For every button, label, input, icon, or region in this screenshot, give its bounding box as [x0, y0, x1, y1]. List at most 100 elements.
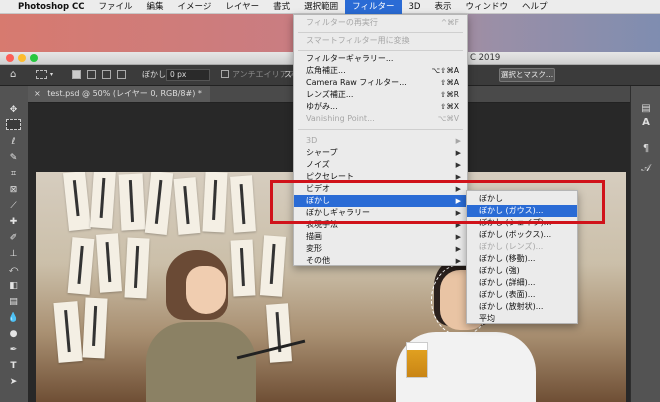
- menu-paper-decoration: [230, 239, 256, 297]
- menu-item-rerun-filter: フィルターの再実行 ^⌘F: [306, 18, 459, 27]
- right-panel-dock: ▤ A ¶ 𝒜: [630, 86, 660, 402]
- menu-help[interactable]: ヘルプ: [515, 0, 555, 14]
- submenu-arrow-icon: ▶: [455, 161, 461, 169]
- chevron-down-icon[interactable]: ▾: [50, 68, 53, 82]
- submenu-arrow-icon: ▶: [455, 233, 461, 241]
- menu-paper-decoration: [118, 173, 146, 231]
- menu-paper-decoration: [173, 177, 201, 235]
- menu-item-convert-smart-filter: スマートフィルター用に変換: [306, 36, 410, 45]
- submenu-item-blur-more[interactable]: ぼかし (強): [467, 265, 577, 277]
- close-window-button[interactable]: [6, 54, 14, 62]
- menu-paper-decoration: [53, 301, 83, 363]
- menu-item-noise[interactable]: ノイズ ▶: [294, 159, 467, 171]
- blur-tool-icon[interactable]: 💧: [6, 312, 21, 324]
- menu-item-distort[interactable]: 変形 ▶: [294, 243, 467, 255]
- pen-tool-icon[interactable]: ✒: [6, 344, 21, 356]
- window-title: C 2019: [470, 53, 501, 63]
- menu-view[interactable]: 表示: [427, 0, 458, 14]
- submenu-item-box-blur[interactable]: ぼかし (ボックス)...: [467, 229, 577, 241]
- document-tab-title: test.psd @ 50% (レイヤー 0, RGB/8#) *: [47, 89, 202, 98]
- menu-item-other[interactable]: その他 ▶: [294, 255, 467, 267]
- submenu-arrow-icon: ▶: [455, 149, 461, 157]
- marquee-tool-icon[interactable]: [36, 70, 47, 79]
- person-face: [186, 266, 226, 314]
- annotation-highlight-box: [270, 180, 605, 224]
- dodge-tool-icon[interactable]: ●: [6, 328, 21, 340]
- submenu-item-smart-blur[interactable]: ぼかし (詳細)...: [467, 277, 577, 289]
- menu-paper-decoration: [230, 175, 256, 233]
- submenu-item-lens-blur: ぼかし (レンズ)...: [479, 242, 544, 251]
- menu-item-liquify[interactable]: ゆがみ... ⇧⌘X: [294, 101, 467, 113]
- menu-paper-decoration: [67, 237, 95, 295]
- new-selection-icon[interactable]: [72, 70, 81, 79]
- menu-filter[interactable]: フィルター: [345, 0, 402, 14]
- menu-paper-decoration: [144, 172, 174, 235]
- submenu-item-radial-blur[interactable]: ぼかし (放射状)...: [467, 301, 577, 313]
- menu-item-lens-correction[interactable]: レンズ補正... ⇧⌘R: [294, 89, 467, 101]
- filter-menu: フィルターの再実行 ^⌘F スマートフィルター用に変換 フィルターギャラリー...…: [293, 14, 468, 266]
- path-selection-tool-icon[interactable]: ➤: [6, 376, 21, 388]
- gradient-tool-icon[interactable]: ▤: [6, 296, 21, 308]
- paragraph-panel-icon[interactable]: ¶: [639, 142, 653, 156]
- add-selection-icon[interactable]: [87, 70, 96, 79]
- healing-brush-tool-icon[interactable]: ✚: [6, 216, 21, 228]
- menu-3d[interactable]: 3D: [402, 0, 428, 14]
- eyedropper-tool-icon[interactable]: ⟋: [6, 200, 21, 212]
- feather-input[interactable]: 0 px: [166, 69, 210, 81]
- panel-collapse-icon[interactable]: ▤: [639, 102, 653, 116]
- antialias-checkbox[interactable]: [221, 70, 229, 78]
- menu-image[interactable]: イメージ: [171, 0, 219, 14]
- document-tab[interactable]: × test.psd @ 50% (レイヤー 0, RGB/8#) *: [28, 86, 210, 102]
- brush-tool-icon[interactable]: ✐: [6, 232, 21, 244]
- menu-item-sharpen[interactable]: シャープ ▶: [294, 147, 467, 159]
- home-icon[interactable]: ⌂: [10, 68, 16, 82]
- minimize-window-button[interactable]: [18, 54, 26, 62]
- menu-file[interactable]: ファイル: [92, 0, 140, 14]
- eraser-tool-icon[interactable]: ◧: [6, 280, 21, 292]
- intersect-selection-icon[interactable]: [117, 70, 126, 79]
- menu-paper-decoration: [96, 233, 122, 293]
- menu-paper-decoration: [82, 297, 108, 359]
- menu-paper-decoration: [63, 172, 91, 231]
- zoom-window-button[interactable]: [30, 54, 38, 62]
- type-tool-icon[interactable]: T: [6, 360, 21, 372]
- menu-item-camera-raw[interactable]: Camera Raw フィルター... ⇧⌘A: [294, 77, 467, 89]
- menu-window[interactable]: ウィンドウ: [458, 0, 515, 14]
- tools-panel: ✥ ℓ ✎ ⌗ ⊠ ⟋ ✚ ✐ ⊥ ⤺ ◧ ▤ 💧 ● ✒ T ➤: [0, 86, 29, 402]
- glyphs-panel-icon[interactable]: 𝒜: [639, 162, 653, 176]
- subtract-selection-icon[interactable]: [102, 70, 111, 79]
- close-tab-icon[interactable]: ×: [34, 89, 41, 98]
- menu-item-render[interactable]: 描画 ▶: [294, 231, 467, 243]
- menu-bar: Photoshop CC ファイル 編集 イメージ レイヤー 書式 選択範囲 フ…: [0, 0, 660, 14]
- submenu-item-motion-blur[interactable]: ぼかし (移動)...: [467, 253, 577, 265]
- frame-tool-icon[interactable]: ⊠: [6, 184, 21, 196]
- menu-paper-decoration: [89, 172, 117, 229]
- menu-paper-decoration: [124, 237, 150, 299]
- menu-item-3d: 3D ▶: [306, 136, 461, 145]
- menu-item-filter-gallery[interactable]: フィルターギャラリー...: [294, 53, 467, 65]
- lasso-tool-icon[interactable]: ℓ: [6, 136, 21, 148]
- beer-glass: [406, 342, 428, 378]
- clone-stamp-tool-icon[interactable]: ⊥: [6, 248, 21, 260]
- menu-item-vanishing-point: Vanishing Point... ⌥⌘V: [306, 114, 459, 123]
- menu-app-name[interactable]: Photoshop CC: [12, 0, 92, 14]
- menu-type[interactable]: 書式: [266, 0, 297, 14]
- menu-select[interactable]: 選択範囲: [297, 0, 345, 14]
- submenu-item-surface-blur[interactable]: ぼかし (表面)...: [467, 289, 577, 301]
- menu-paper-decoration: [266, 303, 292, 363]
- person-apron: [146, 322, 256, 402]
- character-panel-icon[interactable]: A: [639, 116, 653, 130]
- menu-edit[interactable]: 編集: [140, 0, 171, 14]
- menu-paper-decoration: [259, 235, 287, 297]
- history-brush-tool-icon[interactable]: ⤺: [6, 264, 21, 276]
- menu-paper-decoration: [202, 172, 228, 233]
- crop-tool-icon[interactable]: ⌗: [6, 168, 21, 180]
- select-and-mask-button[interactable]: 選択とマスク...: [499, 68, 555, 82]
- menu-item-adaptive-wide-angle[interactable]: 広角補正... ⌥⇧⌘A: [294, 65, 467, 77]
- submenu-arrow-icon: ▶: [455, 245, 461, 253]
- menu-layer[interactable]: レイヤー: [218, 0, 266, 14]
- rectangular-marquee-tool-icon[interactable]: [6, 119, 21, 130]
- submenu-item-average[interactable]: 平均: [467, 313, 577, 325]
- move-tool-icon[interactable]: ✥: [6, 104, 21, 116]
- quick-selection-tool-icon[interactable]: ✎: [6, 152, 21, 164]
